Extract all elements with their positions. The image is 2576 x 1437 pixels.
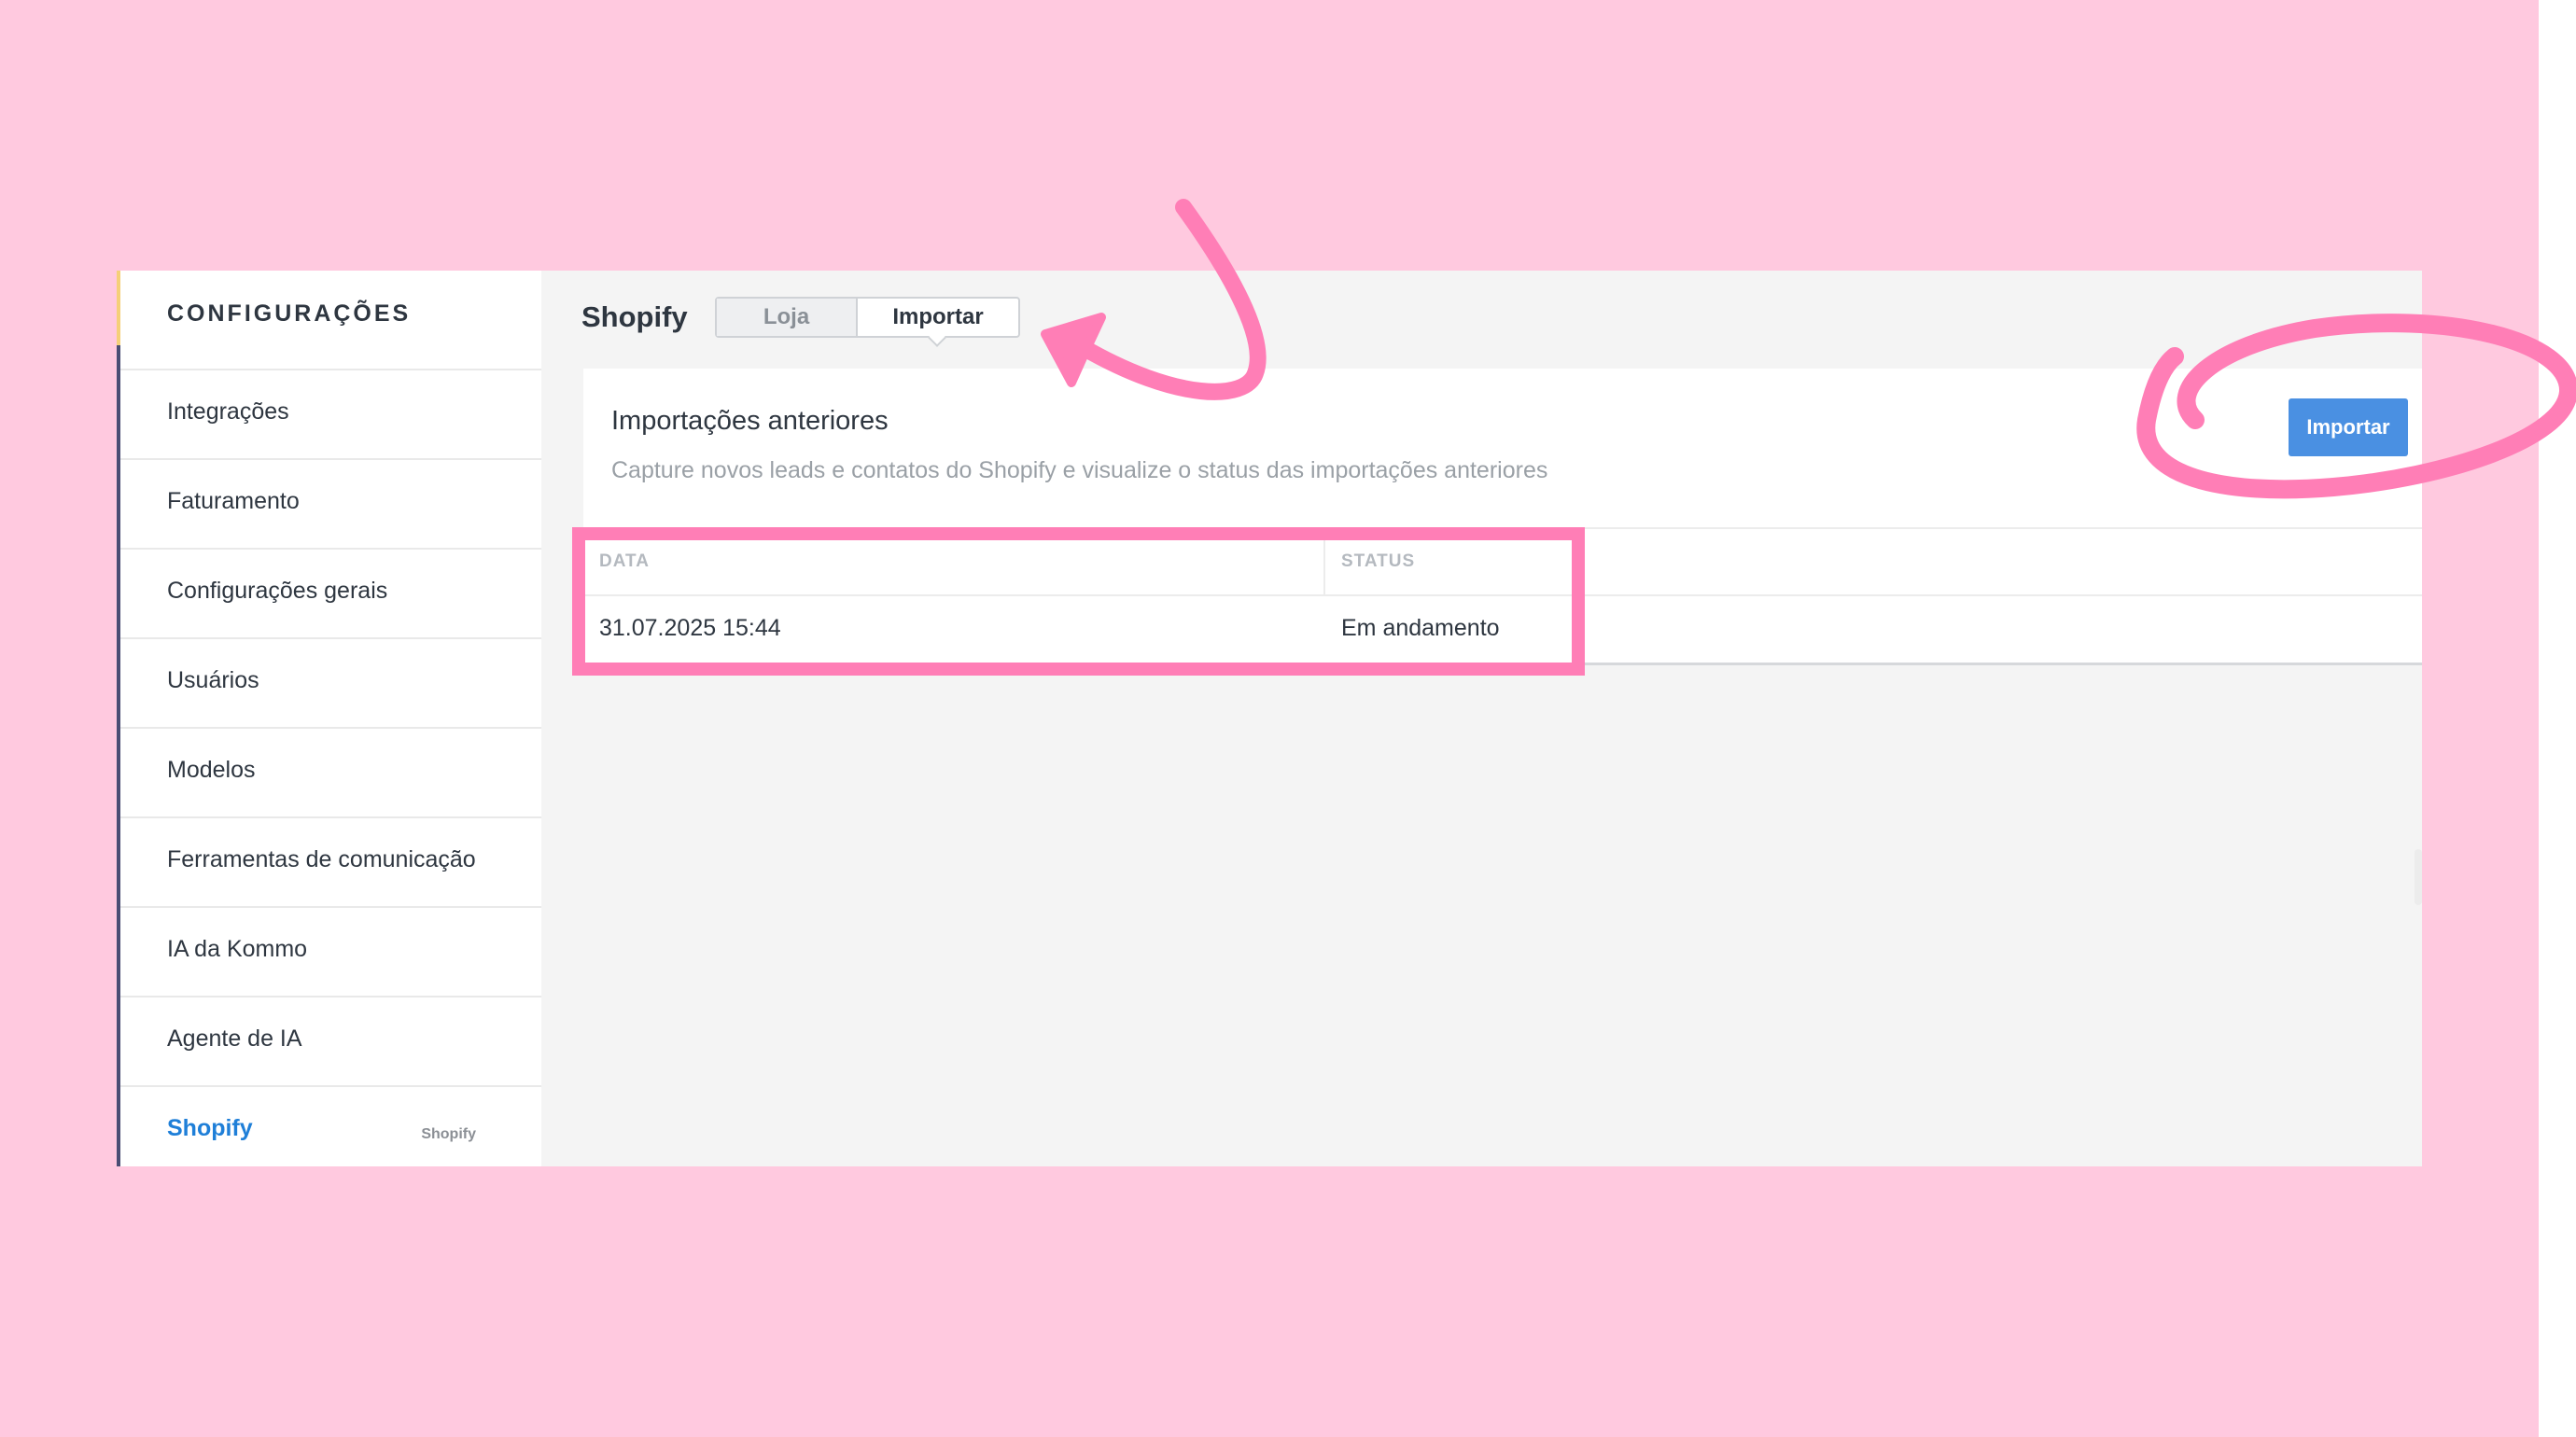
curved-arrow-icon (1074, 199, 1267, 400)
hand-drawn-circle-icon (2136, 314, 2576, 499)
annotation-layer (1041, 199, 2576, 499)
